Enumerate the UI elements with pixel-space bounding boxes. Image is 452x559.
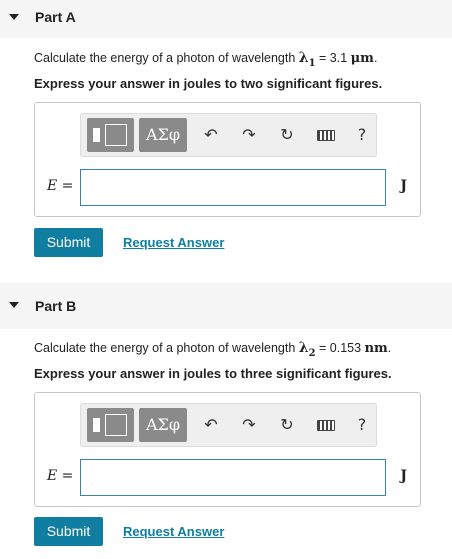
answer-input[interactable] (80, 169, 386, 206)
submit-button[interactable]: Submit (34, 517, 103, 546)
templates-button[interactable] (87, 118, 134, 152)
part-b-header[interactable]: Part B (0, 283, 452, 329)
keyboard-icon[interactable] (317, 130, 335, 141)
undo-icon[interactable]: ↶ (198, 120, 224, 150)
undo-icon[interactable]: ↶ (198, 410, 224, 440)
part-b-title: Part B (35, 298, 77, 314)
part-a-instruction: Express your answer in joules to two sig… (34, 76, 383, 91)
collapse-triangle-icon[interactable] (9, 14, 19, 20)
variable-label: E = (47, 468, 74, 484)
wavelength-unit: μm (350, 51, 374, 66)
wavelength-unit: nm (364, 341, 388, 356)
part-a-header[interactable]: Part A (0, 0, 452, 38)
part-a-title: Part A (35, 9, 76, 25)
math-toolbar: ΑΣφ ↶ ↷ ↻ ? (80, 113, 377, 157)
reset-icon[interactable]: ↻ (274, 410, 300, 440)
question-text: Calculate the energy of a photon of wave… (34, 341, 299, 355)
part-b-instruction: Express your answer in joules to three s… (34, 366, 392, 381)
submit-button[interactable]: Submit (34, 228, 103, 257)
part-a-question: Calculate the energy of a photon of wave… (34, 50, 378, 69)
part-b-question: Calculate the energy of a photon of wave… (34, 340, 392, 359)
math-toolbar: ΑΣφ ↶ ↷ ↻ ? (80, 403, 377, 447)
wavelength-value: = 0.153 (315, 341, 365, 355)
redo-icon[interactable]: ↷ (236, 410, 262, 440)
lambda-symbol: λ1 (298, 50, 316, 69)
answer-input[interactable] (80, 459, 386, 496)
help-icon[interactable]: ? (349, 410, 375, 440)
part-b-answer-box: ΑΣφ ↶ ↷ ↻ ? E = J (34, 392, 421, 507)
question-text: Calculate the energy of a photon of wave… (34, 51, 299, 65)
wavelength-value: = 3.1 (315, 51, 351, 65)
greek-symbols-button[interactable]: ΑΣφ (139, 118, 187, 152)
unit-label: J (400, 178, 407, 194)
lambda-symbol: λ2 (298, 340, 316, 359)
part-a-answer-box: ΑΣφ ↶ ↷ ↻ ? E = J (34, 102, 421, 217)
help-icon[interactable]: ? (349, 120, 375, 150)
redo-icon[interactable]: ↷ (236, 120, 262, 150)
reset-icon[interactable]: ↻ (274, 120, 300, 150)
request-answer-link[interactable]: Request Answer (123, 235, 224, 250)
keyboard-icon[interactable] (317, 420, 335, 431)
collapse-triangle-icon[interactable] (9, 302, 19, 308)
fraction-radical-icon (105, 124, 127, 146)
variable-label: E = (47, 178, 74, 194)
templates-button[interactable] (87, 408, 134, 442)
request-answer-link[interactable]: Request Answer (123, 524, 224, 539)
unit-label: J (400, 468, 407, 484)
greek-symbols-button[interactable]: ΑΣφ (139, 408, 187, 442)
fraction-radical-icon (105, 414, 127, 436)
